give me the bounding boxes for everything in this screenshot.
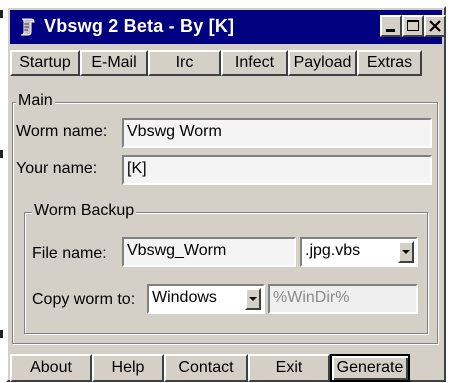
tab-extras[interactable]: Extras (357, 50, 422, 76)
main-window: Vbswg 2 Beta - By [K] Startup E-Mail Irc… (6, 6, 446, 382)
maximize-button[interactable] (402, 15, 424, 37)
maximize-icon (407, 20, 419, 31)
worm-backup-group (24, 212, 428, 334)
minimize-icon (386, 29, 395, 32)
worm-name-label: Worm name: (16, 123, 108, 140)
your-name-field[interactable]: [K] (122, 155, 432, 185)
edge-mark (0, 330, 3, 338)
tab-startup[interactable]: Startup (10, 50, 80, 76)
generate-button[interactable]: Generate (330, 354, 410, 382)
extension-select-value: .jpg.vbs (305, 242, 361, 259)
your-name-label: Your name: (16, 160, 98, 177)
tab-irc[interactable]: Irc (148, 50, 221, 76)
help-button[interactable]: Help (92, 354, 164, 382)
close-button[interactable] (424, 15, 446, 37)
close-icon (429, 20, 441, 32)
extension-dropdown-button[interactable] (398, 241, 414, 263)
edge-mark (0, 150, 3, 158)
window-title: Vbswg 2 Beta - By [K] (44, 16, 235, 36)
copy-worm-to-value: Windows (152, 289, 217, 306)
tab-email[interactable]: E-Mail (80, 50, 148, 76)
title-bar[interactable]: Vbswg 2 Beta - By [K] (10, 10, 446, 44)
contact-button[interactable]: Contact (164, 354, 248, 382)
worm-name-field[interactable]: Vbswg Worm (122, 118, 432, 148)
chevron-down-icon (249, 297, 257, 301)
extension-select[interactable]: .jpg.vbs (300, 237, 418, 267)
path-field: %WinDir% (268, 284, 418, 314)
tab-payload[interactable]: Payload (288, 50, 357, 76)
copy-worm-to-dropdown-button[interactable] (245, 288, 261, 310)
tab-infect[interactable]: Infect (221, 50, 288, 76)
chevron-down-icon (402, 250, 410, 254)
file-name-field[interactable]: Vbswg_Worm (122, 237, 296, 267)
app-scroll-icon (20, 18, 35, 36)
copy-worm-to-select[interactable]: Windows (147, 284, 265, 314)
minimize-button[interactable] (380, 15, 402, 37)
main-group-label: Main (16, 92, 55, 110)
file-name-label: File name: (32, 245, 107, 262)
edge-mark (0, 10, 3, 18)
exit-button[interactable]: Exit (248, 354, 330, 382)
worm-backup-group-label: Worm Backup (32, 202, 137, 220)
tab-bar: Startup E-Mail Irc Infect Payload Extras (10, 50, 442, 76)
bottom-button-bar: About Help Contact Exit Generate (10, 354, 442, 382)
about-button[interactable]: About (10, 354, 92, 382)
copy-worm-to-label: Copy worm to: (32, 291, 136, 308)
